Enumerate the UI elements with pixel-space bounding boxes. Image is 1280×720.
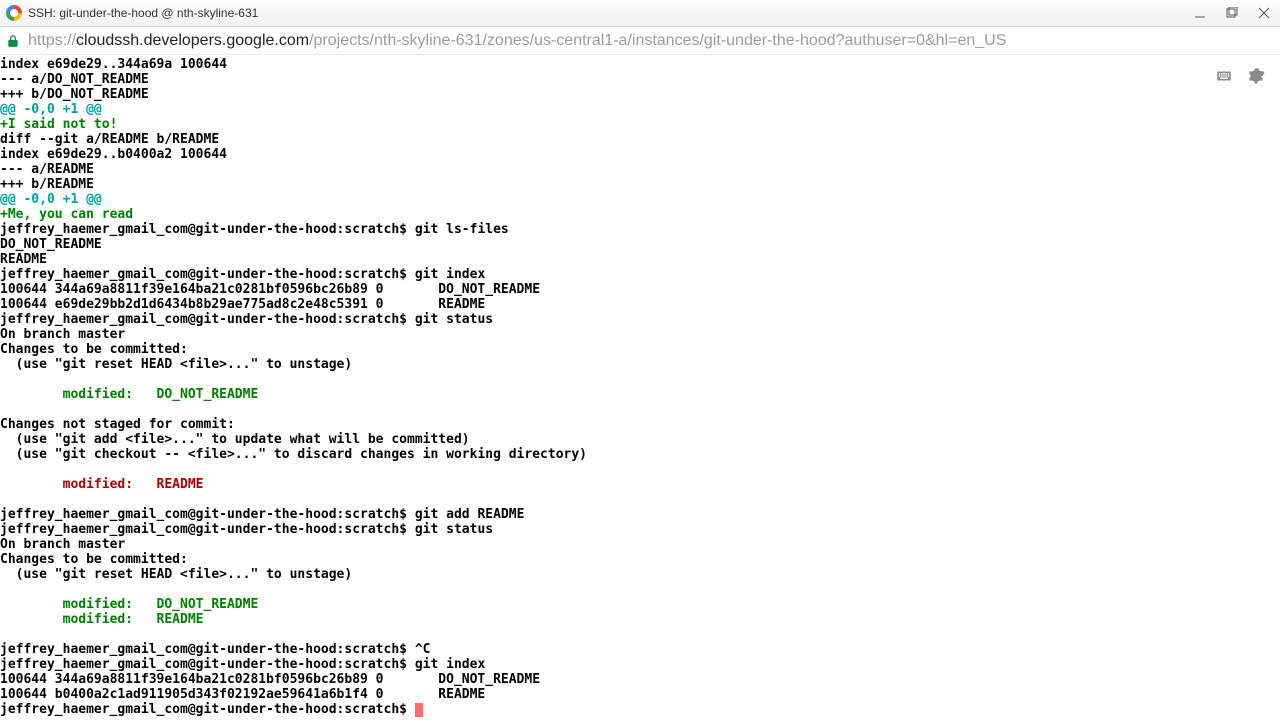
diff-added-line: +Me, you can read — [0, 207, 133, 222]
output-line: (use "git reset HEAD <file>..." to unsta… — [0, 567, 352, 582]
shell-command: git index — [415, 657, 485, 672]
diff-hunk-header: @@ -0,0 +1 @@ — [0, 192, 102, 207]
url-host: cloudssh.developers.google.com — [76, 32, 309, 50]
output-line: 100644 b0400a2c1ad911905d343f02192ae5964… — [0, 687, 485, 702]
diff-added-line: +I said not to! — [0, 117, 117, 132]
status-unstaged-file: modified: README — [0, 477, 204, 492]
status-staged-file: modified: DO_NOT_README — [0, 597, 258, 612]
shell-prompt: jeffrey_haemer_gmail_com@git-under-the-h… — [0, 222, 415, 237]
output-line: DO_NOT_README — [0, 237, 102, 252]
terminal-cursor — [415, 703, 423, 717]
output-line: On branch master — [0, 537, 125, 552]
window-title-bar: SSH: git-under-the-hood @ nth-skyline-63… — [0, 0, 1280, 27]
shell-command: git status — [415, 522, 493, 537]
window-title: SSH: git-under-the-hood @ nth-skyline-63… — [28, 6, 258, 20]
diff-new-file: +++ b/README — [0, 177, 94, 192]
terminal-toolbar — [1215, 67, 1265, 85]
shell-prompt: jeffrey_haemer_gmail_com@git-under-the-h… — [0, 642, 415, 657]
output-line: On branch master — [0, 327, 125, 342]
shell-prompt: jeffrey_haemer_gmail_com@git-under-the-h… — [0, 522, 415, 537]
shell-prompt: jeffrey_haemer_gmail_com@git-under-the-h… — [0, 267, 415, 282]
output-line: (use "git add <file>..." to update what … — [0, 432, 470, 447]
output-line: 100644 e69de29bb2d1d6434b8b29ae775ad8c2e… — [0, 297, 485, 312]
diff-index-line: index e69de29..344a69a 100644 — [0, 57, 227, 72]
output-line: 100644 344a69a8811f39e164ba21c0281bf0596… — [0, 672, 540, 687]
maximize-icon — [1226, 7, 1238, 19]
diff-header: diff --git a/README b/README — [0, 132, 219, 147]
close-button[interactable] — [1248, 0, 1280, 26]
output-line: Changes not staged for commit: — [0, 417, 235, 432]
url-path: /projects/nth-skyline-631/zones/us-centr… — [309, 32, 1006, 50]
output-line: 100644 344a69a8811f39e164ba21c0281bf0596… — [0, 282, 540, 297]
shell-command: git add README — [415, 507, 525, 522]
diff-new-file: +++ b/DO_NOT_README — [0, 87, 149, 102]
url-scheme: https:// — [28, 32, 76, 50]
diff-index-line: index e69de29..b0400a2 100644 — [0, 147, 227, 162]
lock-icon — [6, 34, 20, 48]
shell-command: git status — [415, 312, 493, 327]
shell-prompt: jeffrey_haemer_gmail_com@git-under-the-h… — [0, 507, 415, 522]
output-line: README — [0, 252, 47, 267]
shell-prompt: jeffrey_haemer_gmail_com@git-under-the-h… — [0, 657, 415, 672]
address-bar[interactable]: https://cloudssh.developers.google.com/p… — [0, 27, 1280, 55]
chrome-favicon-icon — [6, 5, 22, 21]
output-line: (use "git reset HEAD <file>..." to unsta… — [0, 357, 352, 372]
close-icon — [1258, 7, 1270, 19]
shell-prompt: jeffrey_haemer_gmail_com@git-under-the-h… — [0, 312, 415, 327]
output-line: Changes to be committed: — [0, 552, 188, 567]
output-line: Changes to be committed: — [0, 342, 188, 357]
shell-prompt: jeffrey_haemer_gmail_com@git-under-the-h… — [0, 702, 415, 717]
gear-icon[interactable] — [1247, 67, 1265, 85]
shell-command: git ls-files — [415, 222, 509, 237]
shell-command: git index — [415, 267, 485, 282]
window-controls — [1184, 0, 1280, 26]
terminal-pane[interactable]: index e69de29..344a69a 100644 --- a/DO_N… — [0, 55, 1280, 720]
status-staged-file: modified: README — [0, 612, 204, 627]
shell-command: ^C — [415, 642, 431, 657]
diff-old-file: --- a/README — [0, 162, 94, 177]
output-line: (use "git checkout -- <file>..." to disc… — [0, 447, 587, 462]
keyboard-icon[interactable] — [1215, 67, 1233, 85]
terminal-output: index e69de29..344a69a 100644 --- a/DO_N… — [0, 55, 1280, 717]
diff-old-file: --- a/DO_NOT_README — [0, 72, 149, 87]
minimize-icon — [1194, 7, 1206, 19]
minimize-button[interactable] — [1184, 0, 1216, 26]
maximize-button[interactable] — [1216, 0, 1248, 26]
status-staged-file: modified: DO_NOT_README — [0, 387, 258, 402]
diff-hunk-header: @@ -0,0 +1 @@ — [0, 102, 102, 117]
